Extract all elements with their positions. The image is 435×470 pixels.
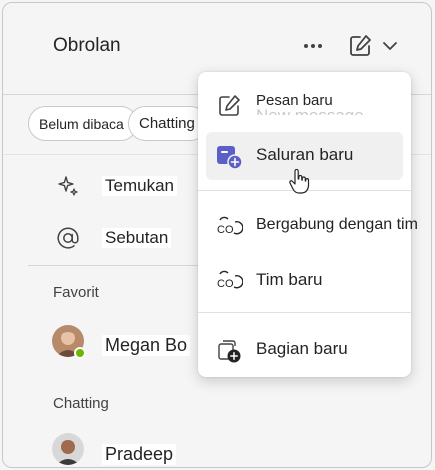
menu-item-label: Bagian baru [256, 339, 348, 358]
team-new-icon: CO [215, 268, 243, 296]
menu-ghost-label: New message [256, 106, 364, 125]
avatar[interactable] [52, 325, 86, 359]
menu-item-new-team[interactable]: CO Tim baru [198, 258, 411, 304]
chat-panel: Obrolan Belum dibaca Chatting Temukan Se… [2, 2, 432, 468]
more-options-button[interactable] [298, 31, 328, 61]
menu-item-label: Bergabung dengan tim [256, 216, 418, 233]
menu-divider [198, 312, 411, 313]
menu-item-new-section[interactable]: Bagian baru [198, 327, 411, 373]
avatar-image [52, 433, 84, 465]
chevron-down-icon [383, 42, 397, 50]
menu-item-new-message[interactable]: New message Pesan baru [198, 82, 411, 128]
menu-item-label: Pesan baru [256, 92, 333, 109]
chats-section-label: Chatting [53, 395, 109, 412]
favorites-section-label: Favorit [53, 284, 99, 301]
more-dot [311, 44, 315, 48]
presence-available-icon [74, 347, 86, 359]
page-title: Obrolan [53, 35, 121, 56]
avatar[interactable] [52, 433, 84, 465]
mentions-label: Sebutan [102, 228, 172, 248]
menu-item-join-team[interactable]: CO Bergabung dengan tim [198, 204, 418, 250]
contact-name[interactable]: Megan Bo [102, 335, 191, 356]
discover-label: Temukan [102, 176, 177, 196]
new-item-menu: New message Pesan baru Saluran baru CO B… [198, 72, 418, 377]
sparkle-icon [55, 173, 81, 199]
more-dot [318, 44, 322, 48]
section-add-icon [215, 337, 243, 365]
channel-add-icon [215, 143, 243, 171]
menu-item-label: Tim baru [256, 270, 323, 289]
compose-icon [215, 92, 243, 120]
svg-text:CO: CO [217, 224, 234, 236]
team-join-icon: CO [215, 214, 243, 242]
filter-chats[interactable]: Chatting [128, 106, 208, 141]
compose-icon [350, 35, 371, 56]
svg-text:CO: CO [217, 278, 234, 290]
at-sign-icon [55, 225, 81, 251]
hand-cursor-icon [289, 169, 310, 194]
menu-item-label: Saluran baru [256, 145, 354, 164]
filter-unread[interactable]: Belum dibaca [28, 106, 138, 141]
more-horizontal-icon [304, 44, 308, 48]
new-chat-button[interactable] [347, 29, 407, 63]
contact-name[interactable]: Pradeep [102, 444, 177, 465]
